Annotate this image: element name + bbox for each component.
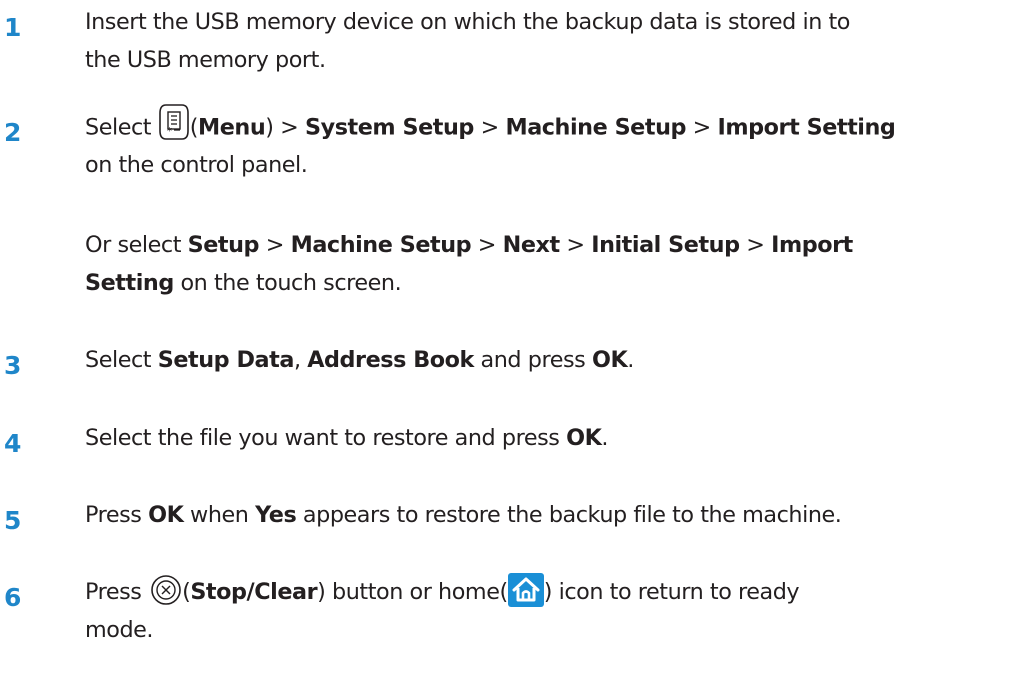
step-number: 1 [4,13,22,42]
step-text: Press OK when Yes appears to restore the… [85,497,1035,535]
step-number: 4 [4,429,22,458]
step-3-line-1: Select Setup Data, Address Book and pres… [85,347,634,373]
step-2-alt-line-2: Setting on the touch screen. [85,269,402,296]
step-number: 5 [4,506,22,535]
step-text: Insert the USB memory device on which th… [85,4,1035,79]
step-number: 3 [4,351,22,380]
step-text: Select the file you want to restore and … [85,420,1035,458]
step-4-line-1: Select the file you want to restore and … [85,425,609,451]
step-number: 2 [4,118,22,147]
step-text: Select * (Menu) > System Setup > Machine… [85,104,1035,185]
step-2-alt: Or select Setup > Machine Setup > Next >… [85,227,1035,302]
stop-clear-icon [150,574,182,606]
step-2-alt-line-1: Or select Setup > Machine Setup > Next >… [85,232,853,258]
step-6-line-1: Press (Stop/Clear) button or home( ) ico… [85,572,1035,612]
step-number: 6 [4,583,22,612]
step-1-line-1: Insert the USB memory device on which th… [85,9,850,35]
step-2-line-2: on the control panel. [85,152,308,178]
step-1-line-2: the USB memory port. [85,46,326,73]
menu-icon: * [158,103,190,141]
step-5-line-1: Press OK when Yes appears to restore the… [85,502,842,528]
step-6-line-2: mode. [85,616,154,643]
home-icon [507,572,544,607]
svg-text:*: * [167,126,172,137]
step-2-line-1: Select * (Menu) > System Setup > Machine… [85,104,1035,147]
step-text: Press (Stop/Clear) button or home( ) ico… [85,572,1035,649]
step-text: Select Setup Data, Address Book and pres… [85,342,1035,380]
